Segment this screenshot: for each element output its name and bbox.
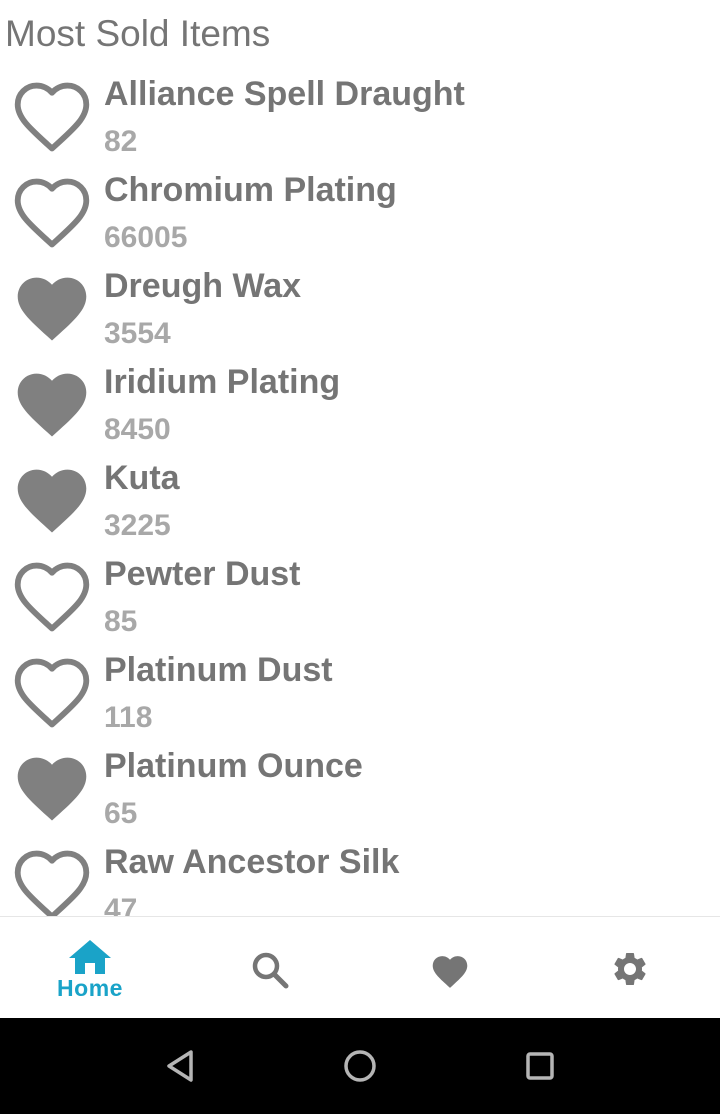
- favorite-filled-heart-icon[interactable]: [11, 751, 93, 827]
- circle-home-icon: [344, 1050, 376, 1082]
- favorite-outline-heart-icon[interactable]: [11, 79, 93, 155]
- system-recents-button[interactable]: [520, 1046, 560, 1086]
- heart-icon: [432, 956, 468, 988]
- item-sold-count: 85: [104, 605, 138, 638]
- item-sold-count: 66005: [104, 221, 188, 254]
- item-sold-count: 47: [104, 893, 138, 916]
- item-name: Alliance Spell Draught: [104, 75, 465, 113]
- item-sold-count: 8450: [104, 413, 171, 446]
- item-name: Raw Ancestor Silk: [104, 843, 400, 881]
- item-name: Dreugh Wax: [104, 267, 302, 305]
- list-item[interactable]: Iridium Plating 8450: [0, 360, 720, 456]
- item-name: Pewter Dust: [104, 555, 301, 593]
- nav-home-label: Home: [57, 975, 123, 1001]
- favorite-filled-heart-icon[interactable]: [11, 463, 93, 539]
- item-sold-count: 65: [104, 797, 138, 830]
- favorite-outline-heart-icon[interactable]: [11, 559, 93, 635]
- list-item[interactable]: Alliance Spell Draught 82: [0, 72, 720, 168]
- list-item[interactable]: Pewter Dust 85: [0, 552, 720, 648]
- favorite-filled-heart-icon[interactable]: [11, 367, 93, 443]
- nav-settings-button[interactable]: [540, 917, 720, 1018]
- system-home-button[interactable]: [340, 1046, 380, 1086]
- item-sold-count: 118: [104, 701, 153, 734]
- list-item[interactable]: Platinum Dust 118: [0, 648, 720, 744]
- favorite-outline-heart-icon[interactable]: [11, 847, 93, 916]
- system-navigation-bar: [0, 1018, 720, 1114]
- triangle-back-icon: [167, 1050, 193, 1082]
- gear-icon: [614, 953, 646, 985]
- system-back-button[interactable]: [160, 1046, 200, 1086]
- nav-search-button[interactable]: [180, 917, 360, 1018]
- list-item[interactable]: Dreugh Wax 3554: [0, 264, 720, 360]
- search-icon: [252, 952, 289, 989]
- favorite-outline-heart-icon[interactable]: [11, 655, 93, 731]
- item-sold-count: 3554: [104, 317, 171, 350]
- list-item[interactable]: Chromium Plating 66005: [0, 168, 720, 264]
- list-item[interactable]: Platinum Ounce 65: [0, 744, 720, 840]
- page-title: Most Sold Items: [5, 13, 271, 54]
- square-recents-icon: [526, 1052, 554, 1080]
- items-list[interactable]: Alliance Spell Draught 82 Chromium Plating…: [0, 72, 720, 916]
- item-name: Kuta: [104, 459, 180, 497]
- item-sold-count: 82: [104, 125, 138, 158]
- list-item[interactable]: Raw Ancestor Silk 47: [0, 840, 720, 916]
- nav-home-button[interactable]: Home: [0, 917, 180, 1018]
- favorite-filled-heart-icon[interactable]: [11, 271, 93, 347]
- item-name: Platinum Dust: [104, 651, 333, 689]
- favorite-outline-heart-icon[interactable]: [11, 175, 93, 251]
- list-item[interactable]: Kuta 3225: [0, 456, 720, 552]
- item-name: Iridium Plating: [104, 363, 341, 401]
- home-icon: [69, 940, 111, 974]
- app-root: Most Sold Items Alliance Spell Draught 82…: [0, 0, 720, 1114]
- nav-favorites-button[interactable]: [360, 917, 540, 1018]
- item-sold-count: 3225: [104, 509, 171, 542]
- item-name: Platinum Ounce: [104, 747, 363, 785]
- item-name: Chromium Plating: [104, 171, 397, 209]
- bottom-navigation: Home: [0, 916, 720, 1018]
